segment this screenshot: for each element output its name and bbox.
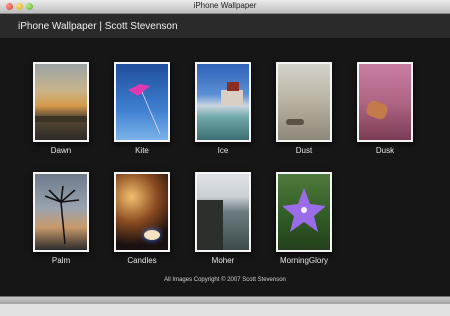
dusk-label: Dusk [375, 146, 395, 155]
dawn-photo[interactable] [33, 62, 89, 142]
window-status-area [0, 304, 450, 316]
palm-photo[interactable] [33, 172, 89, 252]
dusk-photo[interactable] [357, 62, 413, 142]
dawn-label: Dawn [50, 146, 72, 155]
dust-label: Dust [295, 146, 313, 155]
kite-label: Kite [135, 146, 149, 155]
title-bar[interactable]: iPhone Wallpaper [0, 0, 450, 14]
gallery-item-morningglory[interactable]: MorningGlory [276, 172, 332, 265]
ice-photo[interactable] [195, 62, 251, 142]
window-title: iPhone Wallpaper [193, 1, 257, 10]
candles-photo[interactable] [114, 172, 170, 252]
dust-photo[interactable] [276, 62, 332, 142]
ice-label: Ice [217, 146, 229, 155]
moher-label: Moher [211, 256, 235, 265]
page-title: iPhone Wallpaper | Scott Stevenson [18, 21, 178, 32]
page-header: iPhone Wallpaper | Scott Stevenson [0, 14, 450, 39]
gallery-item-kite[interactable]: Kite [114, 62, 170, 155]
gallery-item-candles[interactable]: Candles [114, 172, 170, 265]
morningglory-photo[interactable] [276, 172, 332, 252]
gallery-item-palm[interactable]: Palm [33, 172, 89, 265]
browser-window: iPhone Wallpaper iPhone Wallpaper | Scot… [0, 0, 450, 316]
gallery-item-dusk[interactable]: Dusk [357, 62, 413, 155]
gallery-item-dawn[interactable]: Dawn [33, 62, 89, 155]
gallery-area: Dawn Kite Ice Dust Dusk Palm Candles Moh… [0, 38, 450, 296]
gallery-item-dust[interactable]: Dust [276, 62, 332, 155]
moher-photo[interactable] [195, 172, 251, 252]
morningglory-label: MorningGlory [279, 256, 328, 265]
gallery-item-moher[interactable]: Moher [195, 172, 251, 265]
kite-photo[interactable] [114, 62, 170, 142]
candles-label: Candles [127, 256, 157, 265]
copyright-text: All Images Copyright © 2007 Scott Steven… [164, 277, 286, 283]
gallery-item-ice[interactable]: Ice [195, 62, 251, 155]
palm-label: Palm [51, 256, 71, 265]
